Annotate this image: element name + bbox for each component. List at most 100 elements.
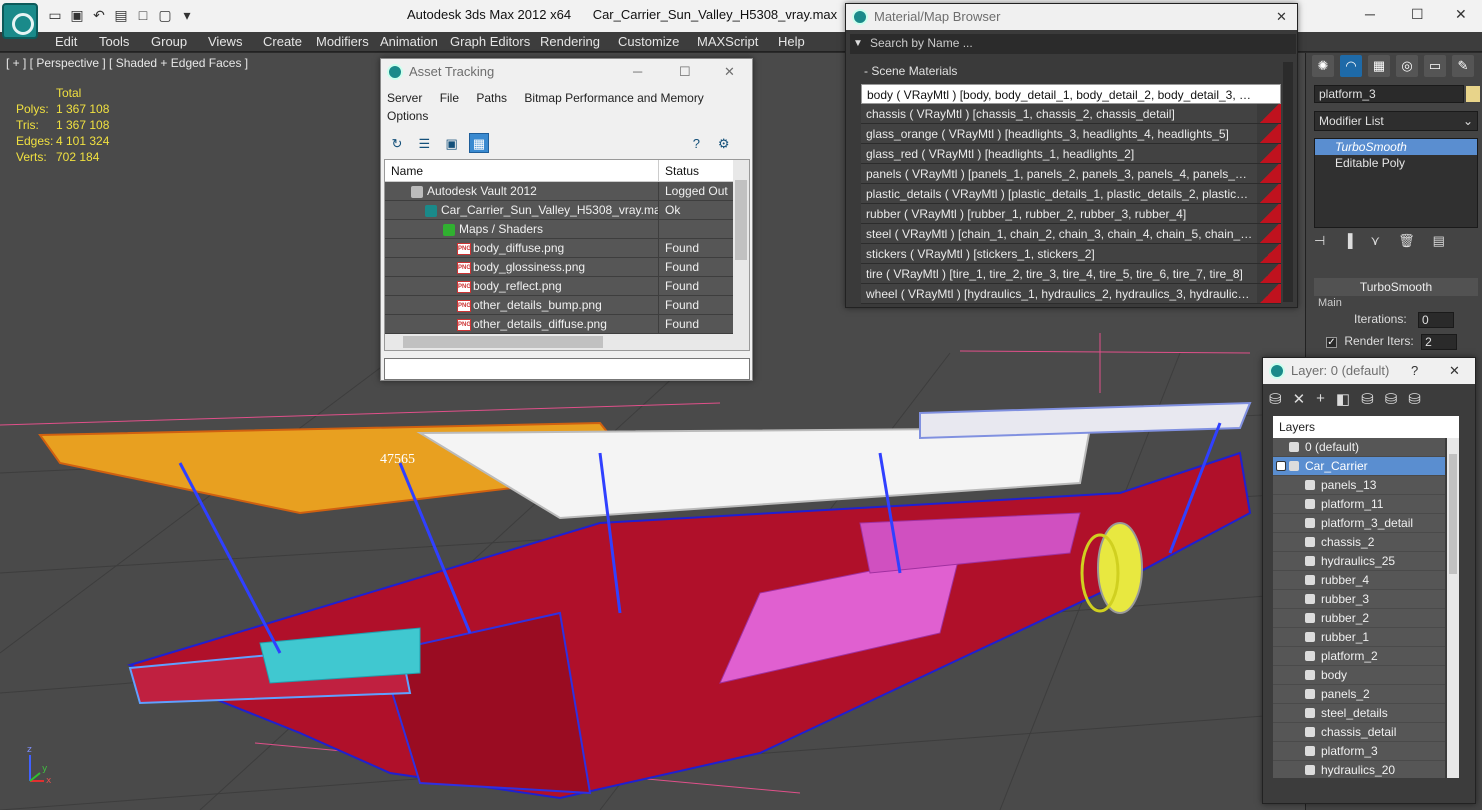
list-view-icon[interactable]: ☰ [414,134,434,154]
close-icon[interactable]: ✕ [1276,4,1287,30]
asset-row[interactable]: PNG other_details_bump.png Found [385,296,749,315]
new-layer-icon[interactable]: ⛁ [1269,390,1282,408]
layer-object-item[interactable]: body [1273,666,1445,685]
modify-tab-icon[interactable]: ◠ [1340,55,1362,77]
motion-tab-icon[interactable]: ◎ [1396,55,1418,77]
menu-file[interactable]: File [440,91,459,105]
asset-path-field[interactable] [384,358,750,380]
iterations-spinner[interactable]: 0 [1418,312,1455,328]
material-item[interactable]: stickers ( VRayMtl ) [stickers_1, sticke… [861,244,1281,264]
layer-object-item[interactable]: rubber_2 [1273,609,1445,628]
asset-row[interactable]: Maps / Shaders [385,220,749,239]
layer-object-item[interactable]: rubber_3 [1273,590,1445,609]
layer-object-item[interactable]: hydraulics_20 [1273,761,1445,778]
material-item[interactable]: wheel ( VRayMtl ) [hydraulics_1, hydraul… [861,284,1281,304]
layers-header[interactable]: Layers [1273,416,1459,438]
menu-options[interactable]: Options [387,109,428,123]
settings-icon[interactable]: ⚙ [714,134,734,154]
material-item[interactable]: body ( VRayMtl ) [body, body_detail_1, b… [861,84,1281,104]
menu-animation[interactable]: Animation [380,34,438,49]
viewport-label[interactable]: [ + ] [ Perspective ] [ Shaded + Edged F… [6,56,248,70]
highlight-layer-icon[interactable]: ⛁ [1361,390,1374,408]
layer-object-item[interactable]: platform_3 [1273,742,1445,761]
menu-paths[interactable]: Paths [476,91,507,105]
display-tab-icon[interactable]: ▭ [1424,55,1446,77]
layer-object-item[interactable]: panels_13 [1273,476,1445,495]
save-icon[interactable]: ▣ [68,7,86,23]
make-unique-icon[interactable]: ⋎ [1371,233,1381,249]
hide-layers-icon[interactable]: ⛁ [1385,390,1398,408]
vertical-scrollbar[interactable] [733,160,749,335]
layer-object-item[interactable]: platform_11 [1273,495,1445,514]
refresh-icon[interactable]: ↻ [387,134,407,154]
render-iters-checkbox[interactable]: ✓ [1326,336,1337,348]
menu-bitmap-performance[interactable]: Bitmap Performance and Memory [524,91,703,105]
close-button[interactable]: ✕ [1455,6,1467,23]
utilities-tab-icon[interactable]: ✎ [1452,55,1474,77]
layer-object-item[interactable]: chassis_2 [1273,533,1445,552]
create-tab-icon[interactable]: ✺ [1312,55,1334,77]
layer-default[interactable]: 0 (default) [1273,438,1445,457]
column-status[interactable]: Status [659,160,733,181]
menu-group[interactable]: Group [151,34,187,49]
search-dropdown-icon[interactable]: ▼ [853,38,863,49]
menu-graph-editors[interactable]: Graph Editors [450,34,530,49]
table-view-icon[interactable]: ▦ [469,133,490,153]
window-icon[interactable]: ▢ [156,7,174,23]
project-icon[interactable]: ▤ [112,7,130,23]
material-item[interactable]: glass_red ( VRayMtl ) [headlights_1, hea… [861,144,1281,164]
asset-row[interactable]: Car_Carrier_Sun_Valley_H5308_vray.max Ok [385,201,749,220]
layer-object-item[interactable]: chassis_detail [1273,723,1445,742]
pin-stack-icon[interactable]: ⊣ [1314,233,1325,249]
render-iters-spinner[interactable]: 2 [1421,334,1458,350]
menu-tools[interactable]: Tools [99,34,129,49]
object-color-swatch[interactable] [1466,86,1480,102]
material-search-input[interactable]: Search by Name ... [850,34,1296,54]
stack-item-turbosmooth[interactable]: TurboSmooth [1315,139,1477,155]
layer-object-item[interactable]: platform_3_detail [1273,514,1445,533]
menu-help[interactable]: Help [778,34,805,49]
layers-scrollbar[interactable] [1447,438,1459,778]
configure-sets-icon[interactable]: ▤ [1433,233,1445,249]
menu-modifiers[interactable]: Modifiers [316,34,369,49]
maximize-button[interactable]: ☐ [1411,6,1424,23]
show-end-result-icon[interactable]: ▐ [1343,233,1352,249]
material-item[interactable]: plastic_details ( VRayMtl ) [plastic_det… [861,184,1281,204]
menu-maxscript[interactable]: MAXScript [697,34,758,49]
layer-object-item[interactable]: panels_2 [1273,685,1445,704]
material-item[interactable]: rubber ( VRayMtl ) [rubber_1, rubber_2, … [861,204,1281,224]
horizontal-scrollbar[interactable] [385,334,749,350]
add-to-layer-icon[interactable]: + [1316,390,1325,408]
close-icon[interactable]: ✕ [1449,358,1460,384]
close-icon[interactable]: ✕ [724,59,735,85]
app-logo-icon[interactable] [2,3,38,39]
open-file-icon[interactable]: ▭ [46,7,64,23]
asset-row[interactable]: PNG body_diffuse.png Found [385,239,749,258]
modifier-list-dropdown[interactable]: Modifier List ⌄ [1314,111,1478,131]
menu-edit[interactable]: Edit [55,34,77,49]
asset-row[interactable]: PNG body_reflect.png Found [385,277,749,296]
remove-modifier-icon[interactable]: 🗑 [1398,233,1415,249]
help-icon[interactable]: ? [1411,358,1418,384]
delete-layer-icon[interactable]: ✕ [1293,390,1306,408]
freeze-layers-icon[interactable]: ⛁ [1408,390,1421,408]
material-item[interactable]: steel ( VRayMtl ) [chain_1, chain_2, cha… [861,224,1281,244]
layer-object-item[interactable]: rubber_4 [1273,571,1445,590]
select-in-layer-icon[interactable]: ◧ [1336,390,1350,408]
scene-materials-section[interactable]: - Scene Materials [850,62,1284,80]
layer-object-item[interactable]: rubber_1 [1273,628,1445,647]
new-scene-icon[interactable]: □ [134,7,152,23]
qat-dropdown-icon[interactable]: ▾ [178,7,196,23]
layer-object-item[interactable]: steel_details [1273,704,1445,723]
material-item[interactable]: chassis ( VRayMtl ) [chassis_1, chassis_… [861,104,1281,124]
material-item[interactable]: tire ( VRayMtl ) [tire_1, tire_2, tire_3… [861,264,1281,284]
minimize-button[interactable]: ─ [1365,6,1375,22]
hierarchy-tab-icon[interactable]: ▦ [1368,55,1390,77]
menu-views[interactable]: Views [208,34,242,49]
layer-object-item[interactable]: platform_2 [1273,647,1445,666]
undo-icon[interactable]: ↶ [90,7,108,23]
asset-row[interactable]: Autodesk Vault 2012 Logged Out [385,182,749,201]
stack-item-editable-poly[interactable]: Editable Poly [1315,155,1477,171]
menu-rendering[interactable]: Rendering [540,34,600,49]
asset-row[interactable]: PNG other_details_diffuse.png Found [385,315,749,334]
